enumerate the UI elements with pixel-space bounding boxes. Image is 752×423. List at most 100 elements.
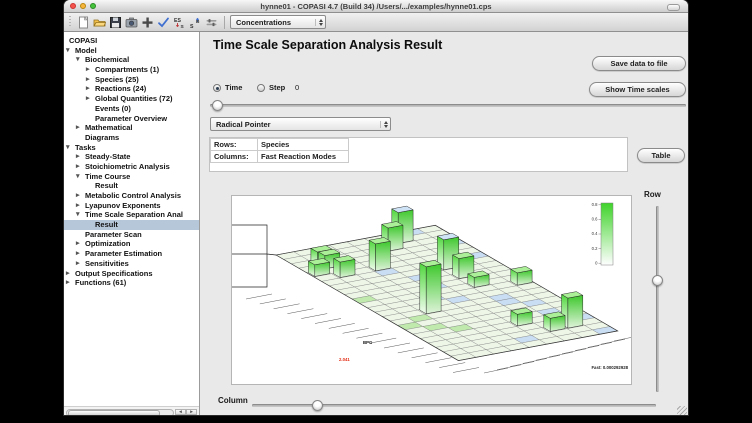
sidebar-item-global-quantities-72[interactable]: ▸Global Quantities (72) xyxy=(64,94,199,104)
step-radio[interactable] xyxy=(257,84,265,92)
sidebar-item-metabolic-control-analysis[interactable]: ▸ Metabolic Control Analysis xyxy=(64,191,199,201)
select-stepper-icon xyxy=(380,121,388,128)
sidebar-item-species-25[interactable]: ▸Species (25) xyxy=(64,75,199,85)
sidebar-item-tasks[interactable]: ▾Tasks xyxy=(64,143,199,153)
svg-text:BPG: BPG xyxy=(363,340,373,345)
disclosure-open-icon[interactable]: ▾ xyxy=(66,143,70,153)
time-slider-thumb[interactable] xyxy=(212,100,223,111)
sidebar-item-model[interactable]: ▾Model xyxy=(64,46,199,56)
disclosure-closed-icon[interactable]: ▸ xyxy=(76,162,80,172)
columns-value: Fast Reaction Modes xyxy=(258,151,349,163)
disclosure-closed-icon[interactable]: ▸ xyxy=(86,94,90,104)
disclosure-closed-icon[interactable]: ▸ xyxy=(86,84,90,94)
minimize-window-button[interactable] xyxy=(80,3,86,9)
sidebar-item-optimization[interactable]: ▸Optimization xyxy=(64,239,199,249)
disclosure-open-icon[interactable]: ▾ xyxy=(76,210,80,220)
svg-text:0: 0 xyxy=(595,260,598,265)
toolbar-toggle-button[interactable] xyxy=(667,4,680,11)
sidebar-item-reactions-24[interactable]: ▸Reactions (24) xyxy=(64,84,199,94)
disclosure-closed-icon[interactable]: ▸ xyxy=(76,191,80,201)
disclosure-closed-icon[interactable]: ▸ xyxy=(86,75,90,85)
time-radio[interactable] xyxy=(213,84,221,92)
concentrations-select-value: Concentrations xyxy=(236,18,312,27)
scrollbar-track[interactable] xyxy=(66,409,174,416)
sidebar-item-label: Diagrams xyxy=(85,133,119,143)
toolbar-drag-handle[interactable] xyxy=(69,16,71,28)
new-file-icon[interactable] xyxy=(77,16,90,29)
disclosure-closed-icon[interactable]: ▸ xyxy=(76,201,80,211)
check-icon[interactable] xyxy=(157,16,170,29)
disclosure-closed-icon[interactable]: ▸ xyxy=(76,123,80,133)
svg-text:2.041: 2.041 xyxy=(339,357,350,362)
close-window-button[interactable] xyxy=(70,3,76,9)
save-file-icon[interactable] xyxy=(109,16,122,29)
sidebar-horizontal-scrollbar[interactable]: ◂ ▸ xyxy=(64,406,199,415)
toolbar-separator xyxy=(224,16,225,29)
sidebar-item-parameter-scan[interactable]: Parameter Scan xyxy=(64,230,199,240)
sidebar-item-result[interactable]: Result xyxy=(64,181,199,191)
import-sbml-icon[interactable]: SB xyxy=(189,16,202,29)
sidebar-item-steady-state[interactable]: ▸ Steady-State xyxy=(64,152,199,162)
open-file-icon[interactable] xyxy=(93,16,106,29)
sidebar-item-mathematical[interactable]: ▸ Mathematical xyxy=(64,123,199,133)
sidebar-item-functions-61[interactable]: ▸ Functions (61) xyxy=(64,278,199,288)
disclosure-closed-icon[interactable]: ▸ xyxy=(76,259,80,269)
sidebar-item-sensitivities[interactable]: ▸Sensitivities xyxy=(64,259,199,269)
sidebar-item-compartments-1[interactable]: ▸Compartments (1) xyxy=(64,65,199,75)
sidebar-item-label: Output Specifications xyxy=(75,269,153,279)
sidebar-item-label: Time Scale Separation Anal xyxy=(85,210,183,220)
disclosure-closed-icon[interactable]: ▸ xyxy=(76,239,80,249)
zoom-window-button[interactable] xyxy=(90,3,96,9)
disclosure-open-icon[interactable]: ▾ xyxy=(76,172,80,182)
add-icon[interactable] xyxy=(141,16,154,29)
sidebar-item-biochemical[interactable]: ▾Biochemical xyxy=(64,55,199,65)
disclosure-closed-icon[interactable]: ▸ xyxy=(76,249,80,259)
disclosure-closed-icon[interactable]: ▸ xyxy=(66,278,70,288)
result-panel: Time Scale Separation Analysis Result Sa… xyxy=(200,32,688,415)
sidebar-item-parameter-overview[interactable]: Parameter Overview xyxy=(64,114,199,124)
sidebar-item-copasi[interactable]: COPASI xyxy=(64,36,199,46)
show-time-scales-button[interactable]: Show Time scales xyxy=(589,82,686,97)
tssa-3d-plot[interactable]: 0.80.60.40.20BPG2.041Fast: 0.000292928 xyxy=(231,195,632,385)
svg-text:0.6: 0.6 xyxy=(592,217,598,222)
sidebar-item-label: Result xyxy=(95,220,118,230)
pointer-method-select[interactable]: Radical Pointer xyxy=(210,117,391,131)
sidebar-item-label: Mathematical xyxy=(85,123,133,133)
time-slider-track[interactable] xyxy=(210,104,686,107)
sidebar-item-result[interactable]: Result xyxy=(64,220,199,230)
concentrations-select[interactable]: Concentrations xyxy=(230,15,326,29)
scrollbar-thumb[interactable] xyxy=(68,410,160,415)
sidebar-item-parameter-estimation[interactable]: ▸ Parameter Estimation xyxy=(64,249,199,259)
disclosure-closed-icon[interactable]: ▸ xyxy=(86,65,90,75)
sidebar-item-events-0[interactable]: Events (0) xyxy=(64,104,199,114)
sidebar-item-lyapunov-exponents[interactable]: ▸Lyapunov Exponents xyxy=(64,201,199,211)
sliders-icon[interactable] xyxy=(205,16,218,29)
disclosure-closed-icon[interactable]: ▸ xyxy=(76,152,80,162)
row-slider-track[interactable] xyxy=(656,206,659,392)
sidebar-item-label: Steady-State xyxy=(85,152,130,162)
scroll-right-button[interactable]: ▸ xyxy=(186,409,197,416)
axes-info-table: Rows: Species Columns: Fast Reaction Mod… xyxy=(210,138,349,163)
scroll-left-button[interactable]: ◂ xyxy=(175,409,186,416)
title-bar[interactable]: hynne01 - COPASI 4.7 (Build 34) /Users/.… xyxy=(64,0,688,13)
resize-grip[interactable] xyxy=(677,406,687,415)
svg-text:B: B xyxy=(196,19,200,25)
capture-image-icon[interactable] xyxy=(125,16,138,29)
sidebar-item-stoichiometric-analysis[interactable]: ▸Stoichiometric Analysis xyxy=(64,162,199,172)
sidebar-item-label: Functions (61) xyxy=(75,278,126,288)
row-slider-thumb[interactable] xyxy=(652,275,663,286)
axes-info-box: Rows: Species Columns: Fast Reaction Mod… xyxy=(209,137,628,172)
sidebar-item-output-specifications[interactable]: ▸ Output Specifications xyxy=(64,269,199,279)
sidebar-item-time-course[interactable]: ▾Time Course xyxy=(64,172,199,182)
column-slider-thumb[interactable] xyxy=(312,400,323,411)
disclosure-open-icon[interactable]: ▾ xyxy=(76,55,80,65)
sidebar-item-label: Parameter Estimation xyxy=(85,249,162,259)
save-data-to-file-button[interactable]: Save data to file xyxy=(592,56,686,71)
sidebar-item-diagrams[interactable]: Diagrams xyxy=(64,133,199,143)
disclosure-open-icon[interactable]: ▾ xyxy=(66,46,70,56)
export-sbml-icon[interactable]: ESS xyxy=(173,16,186,29)
table-button[interactable]: Table xyxy=(637,148,685,163)
sidebar-item-time-scale-separation-anal[interactable]: ▾ Time Scale Separation Anal xyxy=(64,210,199,220)
disclosure-closed-icon[interactable]: ▸ xyxy=(66,269,70,279)
sidebar-item-label: Metabolic Control Analysis xyxy=(85,191,181,201)
